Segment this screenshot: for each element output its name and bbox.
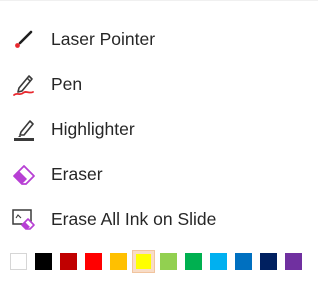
menu-item-label: Laser Pointer (51, 29, 156, 49)
color-swatch[interactable] (185, 252, 202, 270)
color-swatch[interactable] (285, 252, 302, 270)
color-swatch[interactable] (260, 252, 277, 270)
color-swatch[interactable] (132, 249, 155, 273)
color-swatch[interactable] (235, 252, 252, 270)
color-swatch[interactable] (60, 252, 77, 270)
eraser-icon (11, 161, 37, 187)
top-divider (0, 0, 318, 1)
menu-item-pen[interactable]: Pen (0, 62, 318, 106)
ink-color-palette (10, 249, 302, 273)
ink-tools-menu: Laser Pointer Pen Highlighter Eraser Era… (0, 0, 318, 284)
color-swatch-fill (136, 253, 151, 269)
highlighter-icon (11, 116, 37, 142)
color-swatch[interactable] (10, 252, 27, 270)
menu-item-label: Pen (51, 74, 83, 94)
color-swatch[interactable] (160, 252, 177, 270)
menu-item-highlighter[interactable]: Highlighter (0, 107, 318, 151)
erase-all-ink-icon (11, 206, 37, 232)
menu-item-label: Highlighter (51, 119, 135, 139)
color-swatch[interactable] (210, 252, 227, 270)
menu-item-laser-pointer[interactable]: Laser Pointer (0, 17, 318, 61)
menu-item-erase-all-ink[interactable]: Erase All Ink on Slide (0, 197, 318, 241)
color-swatch[interactable] (35, 252, 52, 270)
color-swatch[interactable] (85, 252, 102, 270)
color-swatch[interactable] (110, 252, 127, 270)
menu-item-label: Eraser (51, 164, 103, 184)
pen-icon (11, 71, 37, 97)
laser-pointer-icon (11, 26, 37, 52)
menu-item-eraser[interactable]: Eraser (0, 152, 318, 196)
menu-item-label: Erase All Ink on Slide (51, 209, 217, 229)
